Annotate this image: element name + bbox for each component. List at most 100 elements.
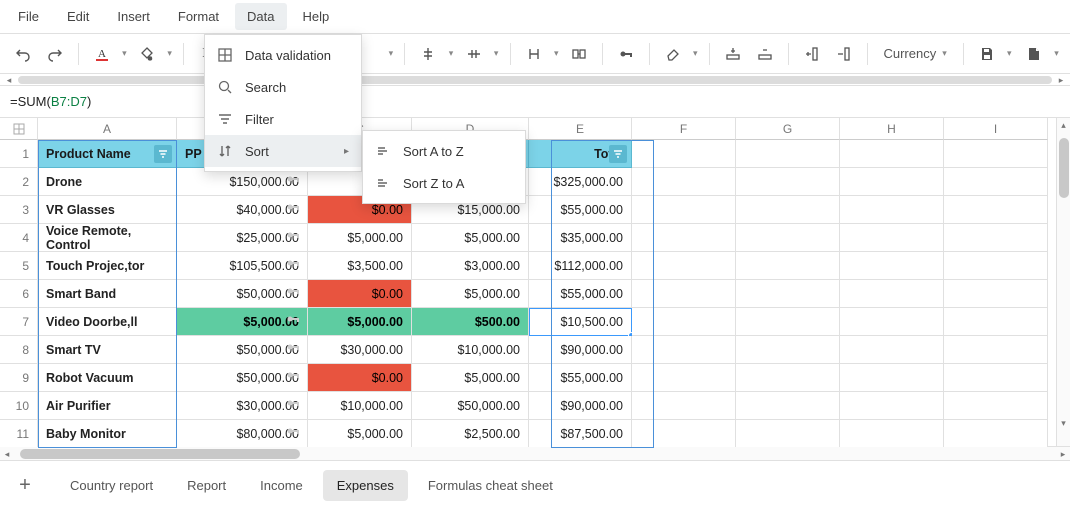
cell-e9[interactable]: $55,000.00 (529, 364, 632, 392)
cell-e2[interactable]: $325,000.00 (529, 168, 632, 196)
cell-h6[interactable] (840, 280, 944, 308)
font-dropdown[interactable]: ▾ (385, 48, 396, 59)
align-center-button[interactable] (413, 38, 443, 70)
cell-f9[interactable] (632, 364, 736, 392)
cell-f7[interactable] (632, 308, 736, 336)
cell-g6[interactable] (736, 280, 840, 308)
sheet-tab-income[interactable]: Income (246, 470, 317, 501)
cell-g7[interactable] (736, 308, 840, 336)
cell-g9[interactable] (736, 364, 840, 392)
menu-insert[interactable]: Insert (105, 3, 162, 30)
row-header-7[interactable]: 7 (0, 308, 38, 336)
col-header-g[interactable]: G (736, 118, 840, 140)
cell-a9[interactable]: Robot Vacuum (38, 364, 177, 392)
cell-b6[interactable]: $50,000.00 (177, 280, 308, 308)
cell-i2[interactable] (944, 168, 1048, 196)
cell-a2[interactable]: Drone (38, 168, 177, 196)
row-header-5[interactable]: 5 (0, 252, 38, 280)
cell-d7[interactable]: $500.00 (412, 308, 529, 336)
cell-a6[interactable]: Smart Band (38, 280, 177, 308)
cell-f8[interactable] (632, 336, 736, 364)
cell-d9[interactable]: $5,000.00 (412, 364, 529, 392)
clear-dropdown[interactable]: ▾ (690, 48, 701, 59)
cell-i9[interactable] (944, 364, 1048, 392)
top-scrollbar[interactable]: ◂ ▸ (0, 74, 1070, 86)
col-header-i[interactable]: I (944, 118, 1048, 140)
cell-g11[interactable] (736, 420, 840, 448)
fill-color-dropdown[interactable]: ▾ (164, 48, 175, 59)
menu-format[interactable]: Format (166, 3, 231, 30)
scroll-track[interactable] (18, 76, 1052, 84)
formula-bar[interactable]: =SUM(B7:D7) (0, 86, 1070, 118)
cell-a3[interactable]: VR Glasses (38, 196, 177, 224)
insert-col-button[interactable] (797, 38, 827, 70)
menu-file[interactable]: File (6, 3, 51, 30)
cell-g5[interactable] (736, 252, 840, 280)
cell-c10[interactable]: $10,000.00 (308, 392, 412, 420)
vscroll-thumb[interactable] (1059, 138, 1069, 198)
scroll-down-icon[interactable]: ▾ (1057, 416, 1070, 430)
select-all-corner[interactable] (0, 118, 38, 140)
cell-f5[interactable] (632, 252, 736, 280)
cell-b11[interactable]: $80,000.00 (177, 420, 308, 448)
col-header-h[interactable]: H (840, 118, 944, 140)
cell-e10[interactable]: $90,000.00 (529, 392, 632, 420)
menu-data-validation[interactable]: Data validation (205, 39, 361, 71)
menu-search[interactable]: Search (205, 71, 361, 103)
row-header-1[interactable]: 1 (0, 140, 38, 168)
menu-sort-za[interactable]: Sort Z to A (363, 167, 525, 199)
cell-i4[interactable] (944, 224, 1048, 252)
cell-g10[interactable] (736, 392, 840, 420)
cell-a7[interactable]: Video Doorbe,ll (38, 308, 177, 336)
lock-button[interactable] (611, 38, 641, 70)
cell-b4[interactable]: $25,000.00 (177, 224, 308, 252)
cell-e8[interactable]: $90,000.00 (529, 336, 632, 364)
cell-b8[interactable]: $50,000.00 (177, 336, 308, 364)
cell-b3[interactable]: $40,000.00 (177, 196, 308, 224)
cell-e6[interactable]: $55,000.00 (529, 280, 632, 308)
undo-button[interactable] (8, 38, 38, 70)
scroll-right-icon[interactable]: ▸ (1052, 74, 1070, 86)
cell-f10[interactable] (632, 392, 736, 420)
cell-h8[interactable] (840, 336, 944, 364)
cell-i3[interactable] (944, 196, 1048, 224)
insert-row-button[interactable] (718, 38, 748, 70)
cell-e11[interactable]: $87,500.00 (529, 420, 632, 448)
cell-b2[interactable]: $150,000.00 (177, 168, 308, 196)
wrap-button[interactable] (519, 38, 549, 70)
row-header-6[interactable]: 6 (0, 280, 38, 308)
cell-c5[interactable]: $3,500.00 (308, 252, 412, 280)
format-currency[interactable]: Currency▾ (875, 38, 954, 70)
cell-i5[interactable] (944, 252, 1048, 280)
cell-f3[interactable] (632, 196, 736, 224)
cell-g1[interactable] (736, 140, 840, 168)
scroll-left-icon[interactable]: ◂ (0, 447, 14, 461)
cell-b9[interactable]: $50,000.00 (177, 364, 308, 392)
vertical-scrollbar[interactable]: ▴ ▾ (1056, 118, 1070, 446)
row-header-10[interactable]: 10 (0, 392, 38, 420)
row-header-2[interactable]: 2 (0, 168, 38, 196)
delete-col-button[interactable] (829, 38, 859, 70)
cell-e5[interactable]: $112,000.00 (529, 252, 632, 280)
cell-e4[interactable]: $35,000.00 (529, 224, 632, 252)
merge-button[interactable] (564, 38, 594, 70)
cell-i6[interactable] (944, 280, 1048, 308)
cell-e1[interactable]: Total (529, 140, 632, 168)
cell-f1[interactable] (632, 140, 736, 168)
filter-icon[interactable] (609, 145, 627, 163)
menu-help[interactable]: Help (291, 3, 342, 30)
cell-c9[interactable]: $0.00 (308, 364, 412, 392)
save-button[interactable] (972, 38, 1002, 70)
sheet-tab-country-report[interactable]: Country report (56, 470, 167, 501)
bottom-scrollbar[interactable]: ◂ ▸ (0, 447, 1070, 461)
scroll-left-icon[interactable]: ◂ (0, 74, 18, 86)
menu-data[interactable]: Data (235, 3, 286, 30)
cell-d10[interactable]: $50,000.00 (412, 392, 529, 420)
cell-d5[interactable]: $3,000.00 (412, 252, 529, 280)
cell-i8[interactable] (944, 336, 1048, 364)
cell-h2[interactable] (840, 168, 944, 196)
clear-button[interactable] (658, 38, 688, 70)
cell-b7[interactable]: $5,000.00 (177, 308, 308, 336)
scroll-up-icon[interactable]: ▴ (1057, 118, 1070, 132)
fill-color-button[interactable] (132, 38, 162, 70)
